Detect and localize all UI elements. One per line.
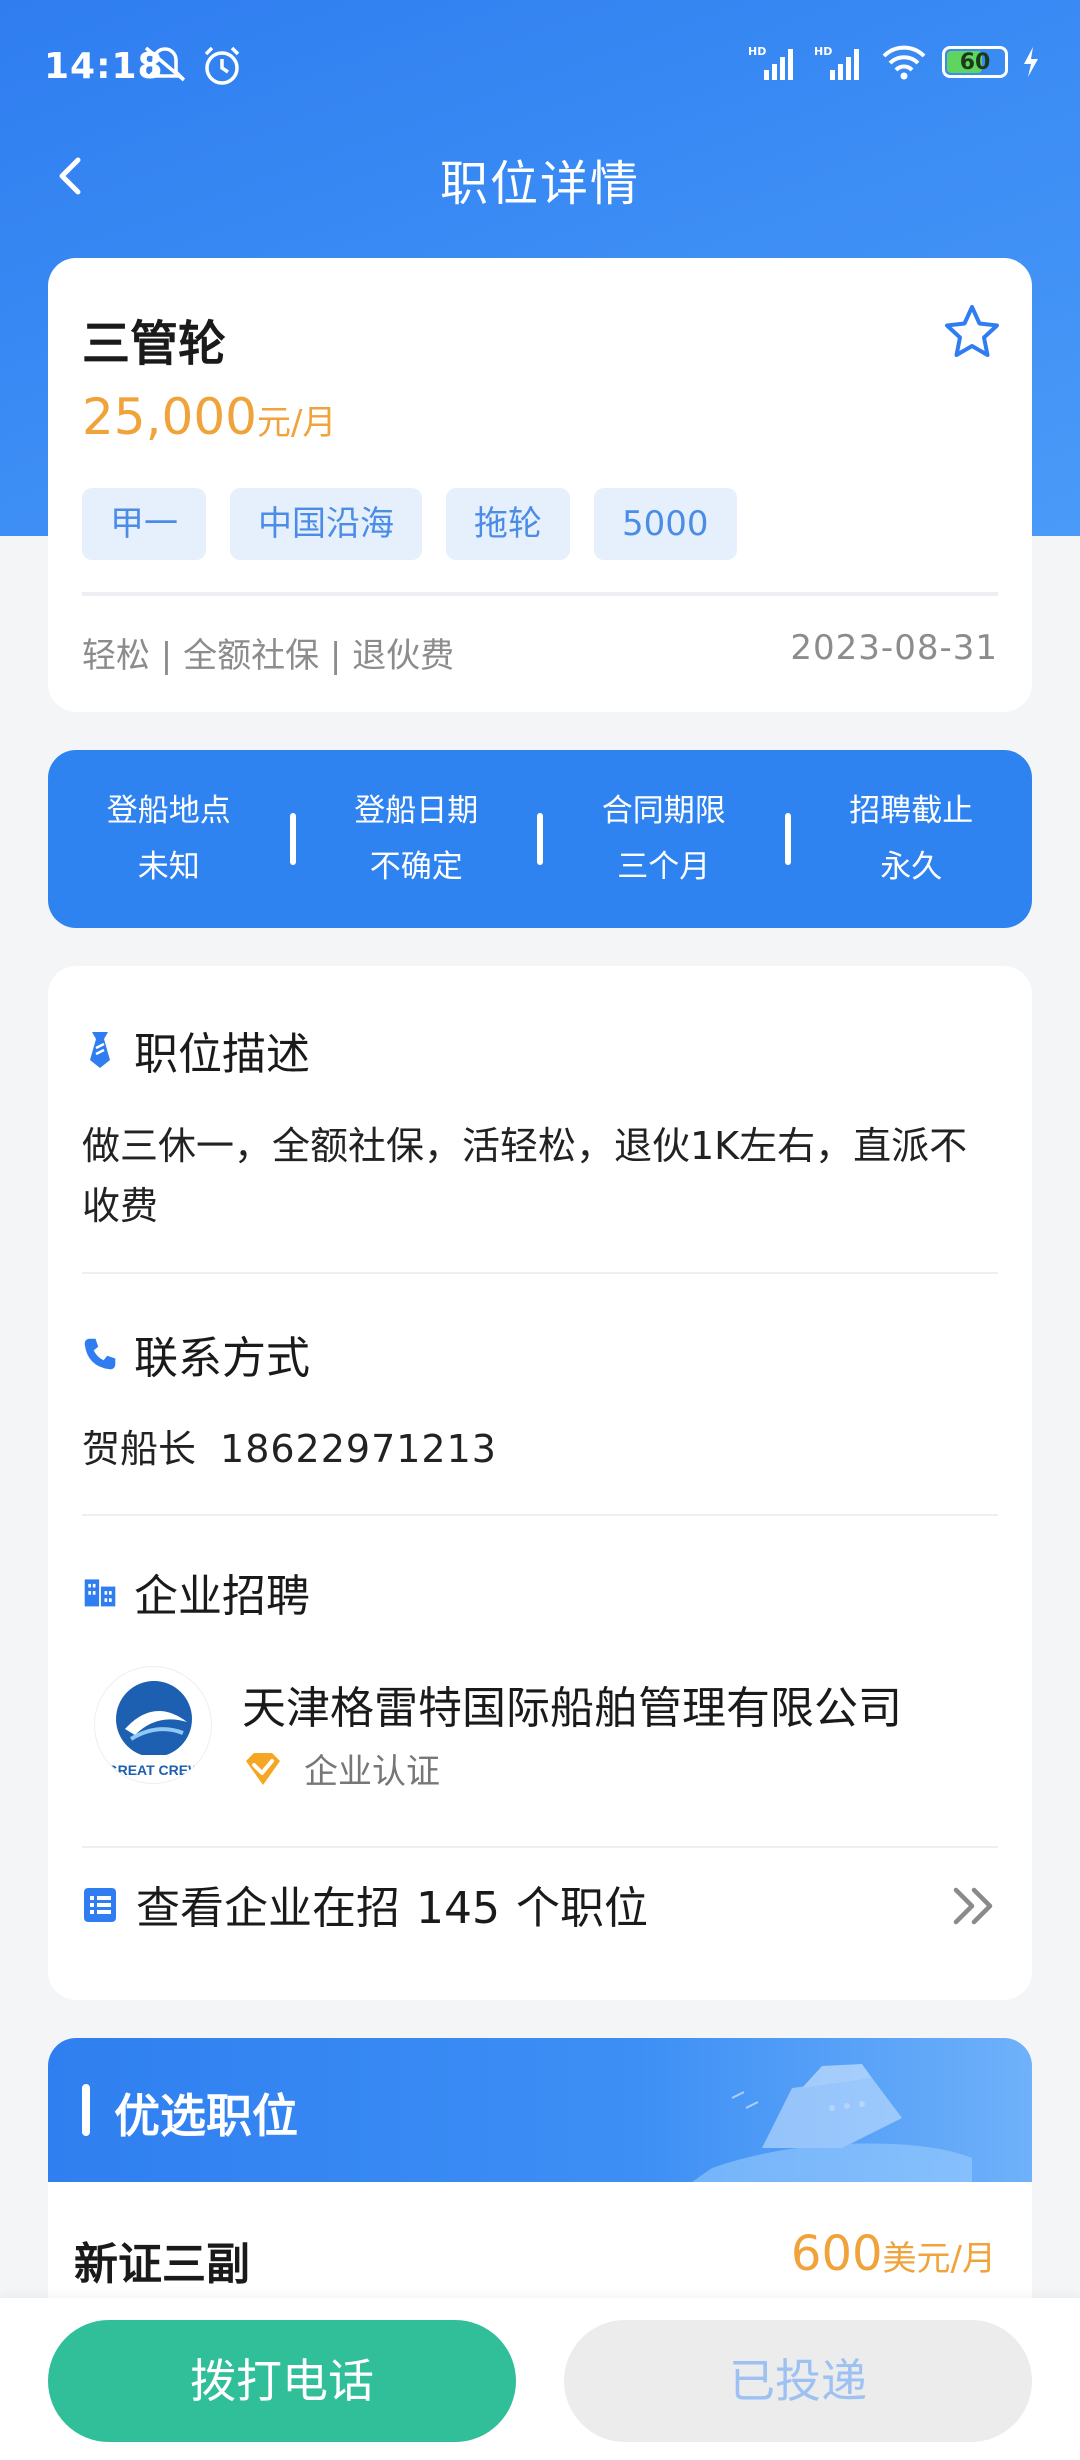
info-value: 未知 xyxy=(137,849,200,885)
charging-icon xyxy=(1024,47,1038,77)
description-heading-label: 职位描述 xyxy=(134,1029,310,1080)
job-tag: 拖轮 xyxy=(446,488,570,560)
svg-text:HD: HD xyxy=(814,45,832,58)
favorite-star-icon[interactable] xyxy=(942,302,1002,362)
signal-icon-2: HD xyxy=(814,45,859,80)
job-info-strip: 登船地点 未知 登船日期 不确定 合同期限 三个月 招聘截止 永久 xyxy=(48,750,1032,928)
salary-unit: 元/月 xyxy=(256,403,337,443)
preferred-title: 优选职位 xyxy=(114,2089,298,2143)
call-button[interactable]: 拨打电话 xyxy=(48,2320,516,2442)
info-value: 永久 xyxy=(880,849,943,885)
battery-level: 60 xyxy=(959,49,991,75)
page-title: 职位详情 xyxy=(439,156,640,212)
phone-icon xyxy=(84,1338,116,1370)
company-logo[interactable]: GREAT CREW xyxy=(94,1666,212,1784)
nav-bar: 职位详情 xyxy=(0,130,1080,220)
jobs-prefix: 查看企业在招 xyxy=(136,1883,400,1934)
divider xyxy=(82,1272,998,1274)
preferred-salary-unit: 美元/月 xyxy=(882,2239,996,2279)
tie-icon xyxy=(90,1032,110,1068)
divider xyxy=(82,592,998,596)
job-title: 三管轮 xyxy=(82,316,227,372)
applied-button[interactable]: 已投递 xyxy=(564,2320,1032,2442)
preferred-accent-bar xyxy=(82,2084,90,2136)
info-label: 招聘截止 xyxy=(849,793,974,829)
double-chevron-right-icon xyxy=(953,1887,993,1925)
job-tag: 5000 xyxy=(594,488,737,560)
job-tags: 甲一 中国沿海 拖轮 5000 xyxy=(82,488,737,560)
info-label: 登船日期 xyxy=(354,793,479,829)
job-date: 2023-08-31 xyxy=(790,628,998,668)
info-boarding-date: 登船日期 不确定 xyxy=(296,783,538,895)
jobs-count: 145 xyxy=(416,1883,500,1934)
divider xyxy=(82,1846,998,1848)
wifi-icon xyxy=(882,45,926,80)
company-heading: 企业招聘 xyxy=(82,1560,310,1624)
info-value: 不确定 xyxy=(369,849,463,885)
salary-amount: 25,000 xyxy=(82,388,257,446)
preferred-job-title[interactable]: 新证三副 xyxy=(74,2228,250,2292)
company-logo-text: GREAT CREW xyxy=(107,1762,202,1778)
description-text: 做三休一，全额社保，活轻松，退伙1K左右，直派不收费 xyxy=(82,1124,968,1228)
job-salary: 25,000元/月 xyxy=(82,388,336,446)
info-boarding-location: 登船地点 未知 xyxy=(48,783,290,895)
alarm-icon xyxy=(204,46,240,85)
job-summary-card: 三管轮 25,000元/月 甲一 中国沿海 拖轮 5000 轻松 | 全额社保 … xyxy=(48,258,1032,712)
job-benefits: 轻松 | 全额社保 | 退伙费 xyxy=(82,636,455,676)
contact-name: 贺船长 xyxy=(82,1427,197,1471)
info-label: 登船地点 xyxy=(106,793,231,829)
company-logo-emblem: GREAT CREW xyxy=(95,1681,211,1783)
company-name[interactable]: 天津格雷特国际船舶管理有限公司 xyxy=(242,1672,902,1736)
info-deadline: 招聘截止 永久 xyxy=(791,783,1033,895)
job-tag: 中国沿海 xyxy=(230,488,422,560)
preferred-header: 优选职位 xyxy=(48,2038,1032,2182)
info-contract-term: 合同期限 三个月 xyxy=(543,783,785,895)
company-jobs-link[interactable]: 查看企业在招 145 个职位 xyxy=(82,1854,998,1954)
contact-phone[interactable]: 18622971213 xyxy=(220,1427,497,1471)
info-label: 合同期限 xyxy=(601,793,726,829)
bottom-action-bar: 拨打电话 已投递 xyxy=(0,2298,1080,2460)
list-icon xyxy=(84,1888,116,1922)
company-verified: 企业认证 xyxy=(242,1744,440,1793)
preferred-job-salary: 600美元/月 xyxy=(791,2226,996,2282)
divider xyxy=(82,1514,998,1516)
contact-heading-label: 联系方式 xyxy=(134,1333,310,1384)
status-bar: 14:18 HD HD 60 xyxy=(0,0,1080,130)
building-icon xyxy=(84,1579,116,1607)
preferred-salary-amount: 600 xyxy=(790,2226,883,2282)
description-heading: 职位描述 xyxy=(82,1018,310,1082)
job-tag: 甲一 xyxy=(82,488,206,560)
job-detail-card: 职位描述 做三休一，全额社保，活轻松，退伙1K左右，直派不收费 联系方式 贺船长… xyxy=(48,966,1032,2000)
svg-text:HD: HD xyxy=(748,45,766,58)
contact-heading: 联系方式 xyxy=(82,1322,310,1386)
verified-label: 企业认证 xyxy=(304,1752,440,1792)
jobs-suffix: 个职位 xyxy=(515,1883,648,1934)
company-heading-label: 企业招聘 xyxy=(134,1571,310,1622)
signal-icon-1: HD xyxy=(748,45,793,80)
info-value: 三个月 xyxy=(617,849,711,885)
ship-illustration-icon xyxy=(692,2064,972,2182)
verified-diamond-icon xyxy=(246,1752,280,1785)
battery-indicator: 60 xyxy=(942,46,1008,78)
contact-info[interactable]: 贺船长 18622971213 xyxy=(82,1418,497,1473)
mute-icon xyxy=(144,46,186,82)
